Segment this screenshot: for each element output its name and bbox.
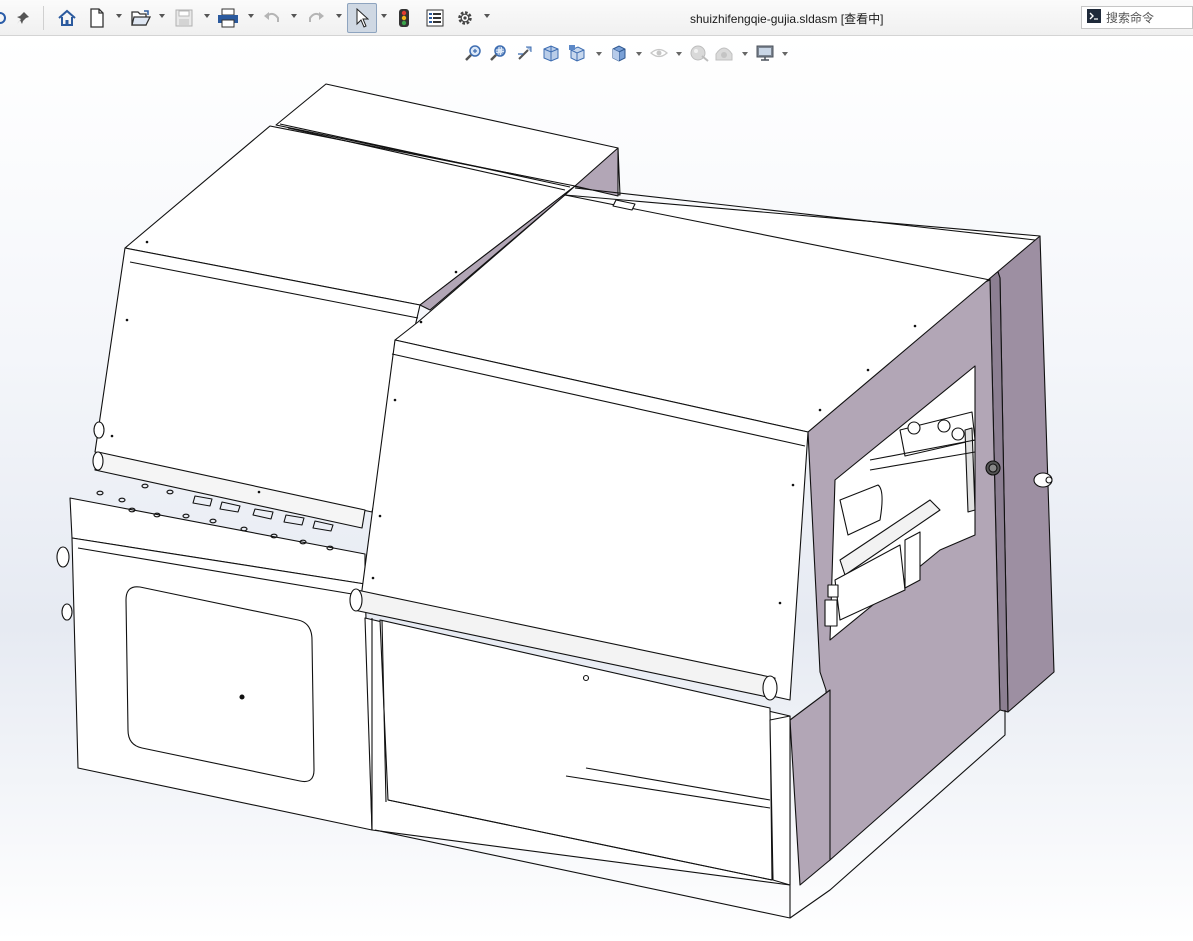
undo-icon[interactable] [261, 4, 283, 32]
left-cabinet-front [71, 537, 373, 831]
file-properties-icon[interactable] [424, 4, 446, 32]
home-icon[interactable] [55, 4, 79, 32]
select-dropdown-icon[interactable] [381, 14, 387, 18]
open-dropdown-icon[interactable] [159, 14, 165, 18]
save-icon[interactable] [173, 4, 195, 32]
search-input[interactable] [1106, 10, 1186, 25]
options-gear-icon[interactable] [454, 4, 476, 32]
new-dropdown-icon[interactable] [116, 14, 122, 18]
redo-icon[interactable] [305, 4, 327, 32]
lower-side-skirt [789, 689, 831, 886]
save-dropdown-icon[interactable] [204, 14, 210, 18]
options-dropdown-icon[interactable] [484, 14, 490, 18]
command-prompt-icon [1087, 9, 1101, 26]
window-title: shuizhifengqie-gujia.sldasm [查看中] [690, 12, 884, 26]
print-dropdown-icon[interactable] [248, 14, 254, 18]
rebuild-traffic-light-icon[interactable] [394, 4, 414, 32]
pin-icon[interactable] [12, 4, 34, 32]
redo-dropdown-icon[interactable] [336, 14, 342, 18]
main-toolbar: shuizhifengqie-gujia.sldasm [查看中] [0, 0, 1193, 36]
assembly-model[interactable] [0, 37, 1193, 941]
new-document-icon[interactable] [86, 4, 108, 32]
partial-icon [0, 4, 6, 32]
search-box[interactable] [1081, 6, 1193, 29]
select-cursor-icon[interactable] [347, 3, 377, 33]
open-icon[interactable] [129, 4, 153, 32]
print-icon[interactable] [216, 4, 240, 32]
graphics-viewport[interactable] [0, 37, 1193, 941]
undo-dropdown-icon[interactable] [291, 14, 297, 18]
